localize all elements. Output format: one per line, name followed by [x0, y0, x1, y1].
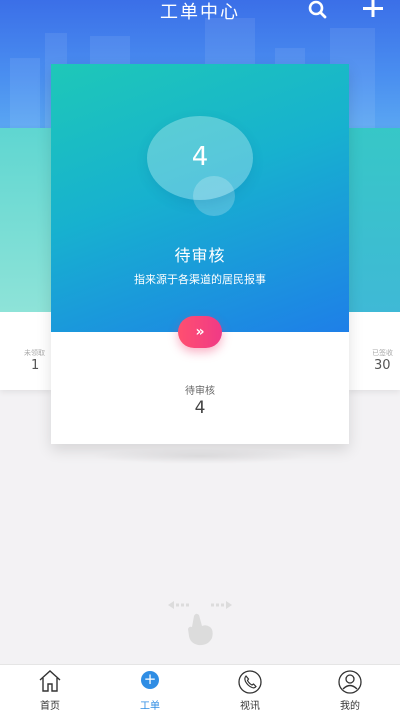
tab-workorder[interactable]: + 工单 [100, 665, 200, 711]
card-header-gradient: 4 待审核 指来源于各渠道的居民报事 [51, 64, 349, 332]
phone-icon [238, 670, 262, 694]
card-header-gradient [0, 128, 52, 312]
swipe-hand-icon [164, 596, 236, 648]
tab-label: 工单 [140, 701, 160, 711]
tab-home[interactable]: 首页 [0, 665, 100, 711]
tab-video[interactable]: 视讯 [200, 665, 300, 711]
tab-label: 视讯 [240, 701, 260, 711]
status-description: 指来源于各渠道的居民报事 [134, 273, 266, 286]
page-title: 工单中心 [160, 2, 240, 23]
card-header-gradient [348, 128, 400, 312]
tab-label: 首页 [40, 701, 60, 711]
double-chevron-right-icon: » [195, 324, 205, 340]
card-status-label: 已签收 [372, 349, 393, 357]
tab-mine[interactable]: 我的 [300, 665, 400, 711]
bubble-count: 4 [191, 142, 209, 172]
plus-circle-icon: + [141, 671, 159, 689]
add-button[interactable] [360, 0, 386, 22]
plus-icon [363, 0, 383, 17]
carousel-card-left[interactable]: 未领取 1 [0, 128, 52, 390]
building-decoration [10, 58, 40, 128]
card-reflection [90, 448, 310, 464]
enter-button[interactable]: » [178, 316, 222, 348]
card-count: 1 [31, 358, 40, 373]
footer-status-label: 待审核 [185, 386, 215, 397]
home-icon [39, 670, 61, 692]
footer-count: 4 [194, 398, 206, 418]
status-title: 待审核 [174, 246, 226, 265]
carousel-card-right[interactable]: 已签收 30 [348, 128, 400, 390]
user-icon [338, 670, 362, 694]
card-count: 30 [374, 358, 391, 373]
card-status-label: 未领取 [24, 349, 45, 357]
carousel-card-current[interactable]: 4 待审核 指来源于各渠道的居民报事 » 待审核 4 [51, 64, 349, 444]
search-button[interactable] [305, 0, 331, 22]
tab-label: 我的 [340, 701, 360, 711]
search-icon [308, 0, 327, 19]
bottom-tab-bar: 首页 + 工单 视讯 我的 [0, 664, 400, 711]
